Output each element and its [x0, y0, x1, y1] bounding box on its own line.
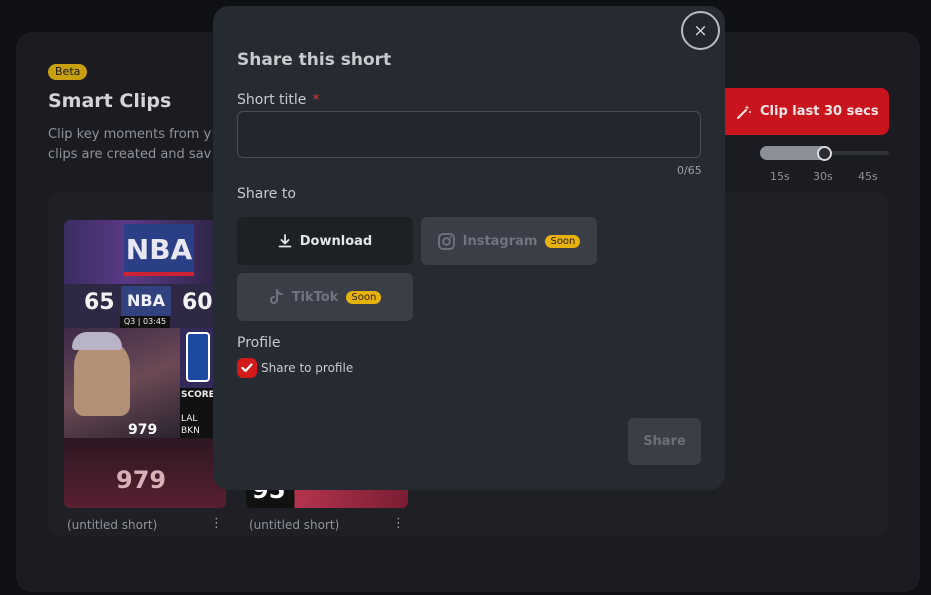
channel-number-big: 979	[116, 466, 167, 494]
clip-button-label: Clip last 30 secs	[760, 104, 879, 119]
required-marker: *	[312, 92, 320, 108]
tiktok-label: TikTok	[291, 289, 339, 305]
magic-wand-icon	[737, 104, 751, 119]
beta-badge: Beta	[48, 64, 88, 80]
tiktok-button[interactable]: TikTok Soon	[237, 273, 413, 321]
share-to-label: Share to	[237, 186, 296, 202]
short-title-label: Short title *	[237, 92, 320, 108]
team-2: BKN	[181, 426, 200, 436]
short-title-input[interactable]	[237, 111, 701, 158]
clip-title: (untitled short)	[249, 518, 340, 532]
tiktok-icon	[269, 289, 283, 304]
clip-title: (untitled short)	[67, 518, 158, 532]
share-to-profile-label[interactable]: Share to profile	[261, 361, 353, 375]
profile-label: Profile	[237, 335, 281, 351]
nba-logo-mid: NBA	[121, 286, 171, 316]
tick-45s: 45s	[858, 170, 878, 183]
channel-number: 979	[128, 422, 158, 438]
soon-badge: Soon	[545, 234, 581, 248]
download-label: Download	[299, 233, 373, 249]
score-away: 60	[182, 290, 213, 315]
clip-menu-icon[interactable]: ⋮	[210, 516, 223, 531]
game-clock: Q3 | 03:45	[120, 316, 170, 328]
checkmark-icon	[241, 363, 253, 373]
tick-30s: 30s	[813, 170, 833, 183]
share-to-profile-checkbox[interactable]	[237, 358, 257, 378]
score-home: 65	[84, 290, 115, 315]
instagram-label: Instagram	[462, 233, 538, 249]
close-icon[interactable]: ×	[681, 11, 720, 50]
team-1: LAL	[181, 414, 198, 424]
modal-title: Share this short	[237, 50, 392, 70]
clip-last-30-button[interactable]: Clip last 30 secs	[724, 88, 889, 135]
clip-thumbnail[interactable]: NBA 65 NBA 60 Q3 | 03:45 SCORES LAL BKN …	[64, 220, 226, 508]
character-counter: 0/65	[677, 164, 702, 177]
instagram-button[interactable]: Instagram Soon	[421, 217, 597, 265]
clip-length-slider-thumb[interactable]	[817, 146, 832, 161]
download-button[interactable]: Download	[237, 217, 413, 265]
nba-logo-side	[186, 332, 210, 382]
page-title: Smart Clips	[48, 90, 172, 112]
instagram-icon	[437, 232, 455, 250]
download-icon	[278, 234, 292, 248]
page-description: Clip key moments from y clips are create…	[48, 127, 212, 162]
clip-menu-icon[interactable]: ⋮	[392, 516, 405, 531]
nba-logo-top: NBA	[124, 224, 194, 276]
tick-15s: 15s	[770, 170, 790, 183]
share-submit-button[interactable]: Share	[628, 418, 701, 465]
soon-badge: Soon	[346, 290, 382, 304]
